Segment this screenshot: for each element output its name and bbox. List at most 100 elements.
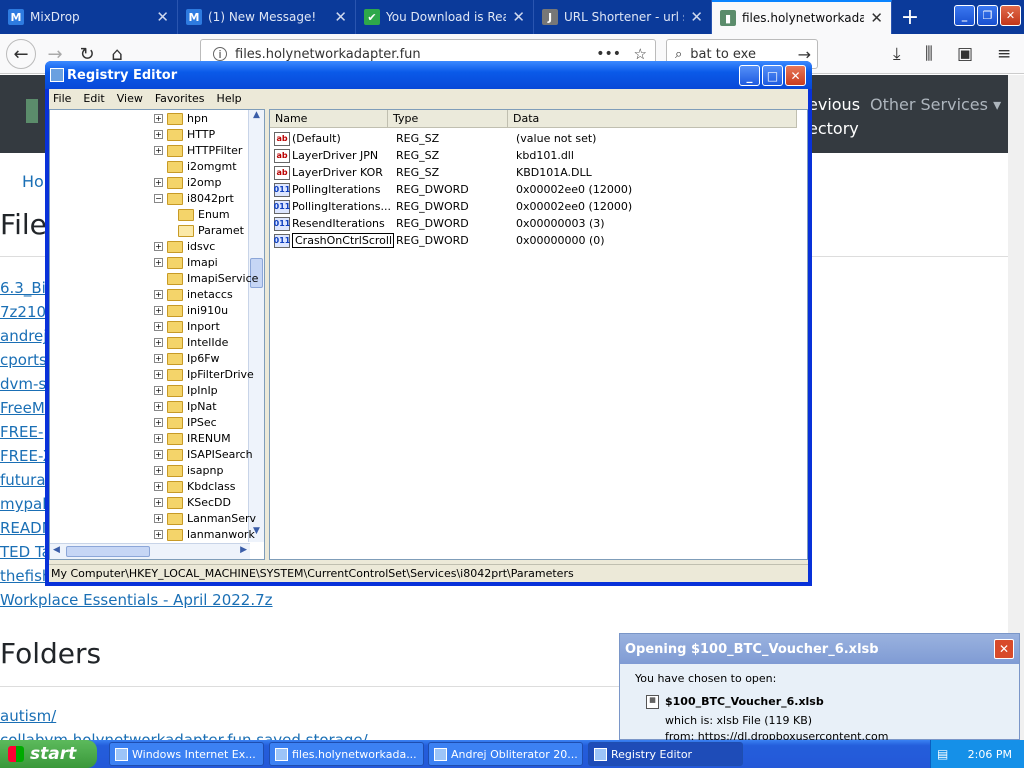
file-link[interactable]: mypal [0,495,46,513]
expand-icon[interactable]: + [154,386,163,395]
expand-icon[interactable]: + [154,338,163,347]
minimize-button[interactable]: _ [739,65,760,86]
tree-node[interactable]: Paramet [178,224,244,237]
expand-icon[interactable]: + [154,178,163,187]
expand-icon[interactable]: + [154,466,163,475]
tree-node[interactable]: + HTTP [154,128,215,141]
nav-other-services-link[interactable]: Other Services ▾ [870,95,1001,114]
maximize-button[interactable]: □ [762,65,783,86]
expand-icon[interactable]: + [154,434,163,443]
expand-icon[interactable]: + [154,450,163,459]
file-link[interactable]: andrej [0,327,47,345]
tree-node[interactable]: + IpNat [154,400,217,413]
registry-tree[interactable]: ▲ ▼ ◀ ▶ + hpn + HTTP + HTTPFilter i2omgmt + i2om… [49,109,265,560]
download-icon[interactable]: ⤓ [893,44,901,64]
start-button[interactable]: start [0,740,97,768]
menu-favorites[interactable]: Favorites [155,92,205,105]
browser-tab[interactable]: M (1) New Message! ✕ [178,0,356,34]
new-tab-button[interactable]: + [892,0,928,34]
file-link[interactable]: thefish [0,567,51,585]
tree-node[interactable]: + LanmanServ [154,512,256,525]
tree-node[interactable]: + idsvc [154,240,215,253]
scroll-thumb[interactable] [66,546,150,557]
tray-network-icon[interactable]: ▤ [937,747,948,761]
file-link[interactable]: TED Ta [0,543,51,561]
tree-node[interactable]: + IpFilterDrive [154,368,254,381]
file-link-workplace[interactable]: Workplace Essentials - April 2022.7z [0,591,273,609]
tree-node[interactable]: + i2omp [154,176,221,189]
nav-directory-link[interactable]: ectory [808,119,859,138]
value-row[interactable]: 011 PollingIterations REG_DWORD 0x00002ee0 … [274,181,804,198]
search-input[interactable]: bat to exe [690,47,756,62]
tree-node[interactable]: + inetaccs [154,288,233,301]
close-button[interactable]: ✕ [785,65,806,86]
close-button[interactable]: ✕ [1000,5,1021,26]
tree-node[interactable]: + Inport [154,320,220,333]
page-actions-icon[interactable]: ••• [596,46,621,62]
tab-close-icon[interactable]: ✕ [690,8,703,26]
expand-icon[interactable]: + [154,146,163,155]
sidebar-icon[interactable]: ▣ [957,44,973,64]
expand-icon[interactable]: + [154,498,163,507]
tree-node[interactable]: + lanmanwork [154,528,255,541]
tree-node[interactable]: + HTTPFilter [154,144,242,157]
tab-close-icon[interactable]: ✕ [870,9,883,27]
file-link[interactable]: FREE- [0,423,43,441]
expand-icon[interactable]: + [154,514,163,523]
column-header-name[interactable]: Name [270,110,388,128]
scroll-right-arrow-icon[interactable]: ▶ [240,545,247,555]
value-name[interactable]: CrashOnCtrlScroll [292,233,394,248]
back-arrow-icon[interactable]: ← [6,39,36,69]
registry-values-list[interactable]: Name Type Data ab (Default) REG_SZ (value n… [269,109,808,560]
tree-node[interactable]: + ISAPISearch [154,448,253,461]
tree-node[interactable]: i2omgmt [154,160,237,173]
tree-node[interactable]: + Ip6Fw [154,352,220,365]
browser-tab[interactable]: M MixDrop ✕ [0,0,178,34]
menu-help[interactable]: Help [217,92,242,105]
value-row[interactable]: ab LayerDriver JPN REG_SZ kbd101.dll [274,147,804,164]
value-row[interactable]: ab LayerDriver KOR REG_SZ KBD101A.DLL [274,164,804,181]
tree-node[interactable]: ImapiService [154,272,258,285]
browser-tab[interactable]: ▮ files.holynetworkadapte ✕ [712,0,892,34]
value-row[interactable]: ab (Default) REG_SZ (value not set) [274,130,804,147]
tree-node[interactable]: + KSecDD [154,496,231,509]
registry-editor-titlebar[interactable]: Registry Editor _ □ ✕ [45,61,812,89]
tree-horizontal-scrollbar[interactable]: ◀ ▶ [50,543,250,559]
maximize-button[interactable]: ❐ [977,5,998,26]
value-row[interactable]: 011 ResendIterations REG_DWORD 0x00000003 (… [274,215,804,232]
tree-node[interactable]: + Kbdclass [154,480,236,493]
value-row[interactable]: 011 CrashOnCtrlScroll REG_DWORD 0x00000000 … [274,232,804,249]
tree-node[interactable]: + IPSec [154,416,217,429]
taskbar-button[interactable]: Registry Editor [588,742,743,766]
file-link[interactable]: futura [0,471,46,489]
tree-node[interactable]: + Imapi [154,256,218,269]
expand-icon[interactable]: + [154,354,163,363]
folder-link-autism[interactable]: autism/ [0,707,56,725]
file-link[interactable]: dvm-s [0,375,46,393]
expand-icon[interactable]: + [154,530,163,539]
file-link[interactable]: 7z210 [0,303,46,321]
menu-file[interactable]: File [53,92,71,105]
minimize-button[interactable]: _ [954,5,975,26]
file-link[interactable]: 6.3_Bit [0,279,52,297]
taskbar-button[interactable]: Windows Internet Ex... [109,742,264,766]
tab-close-icon[interactable]: ✕ [334,8,347,26]
taskbar-button[interactable]: Andrej Obliterator 20... [428,742,583,766]
expand-icon[interactable]: + [154,402,163,411]
tree-node[interactable]: + ini910u [154,304,228,317]
tab-close-icon[interactable]: ✕ [156,8,169,26]
browser-tab[interactable]: J URL Shortener - url sho ✕ [534,0,712,34]
expand-icon[interactable]: + [154,322,163,331]
menu-edit[interactable]: Edit [83,92,104,105]
expand-icon[interactable]: + [154,290,163,299]
taskbar-button[interactable]: files.holynetworkada... [269,742,424,766]
collapse-icon[interactable]: − [154,194,163,203]
close-icon[interactable]: ✕ [994,639,1014,659]
scroll-left-arrow-icon[interactable]: ◀ [53,545,60,555]
file-link[interactable]: FreeM [0,399,45,417]
value-row[interactable]: 011 PollingIterations... REG_DWORD 0x00002e… [274,198,804,215]
menu-view[interactable]: View [117,92,143,105]
column-header-data[interactable]: Data [508,110,797,128]
expand-icon[interactable]: + [154,482,163,491]
tree-node[interactable]: + isapnp [154,464,223,477]
